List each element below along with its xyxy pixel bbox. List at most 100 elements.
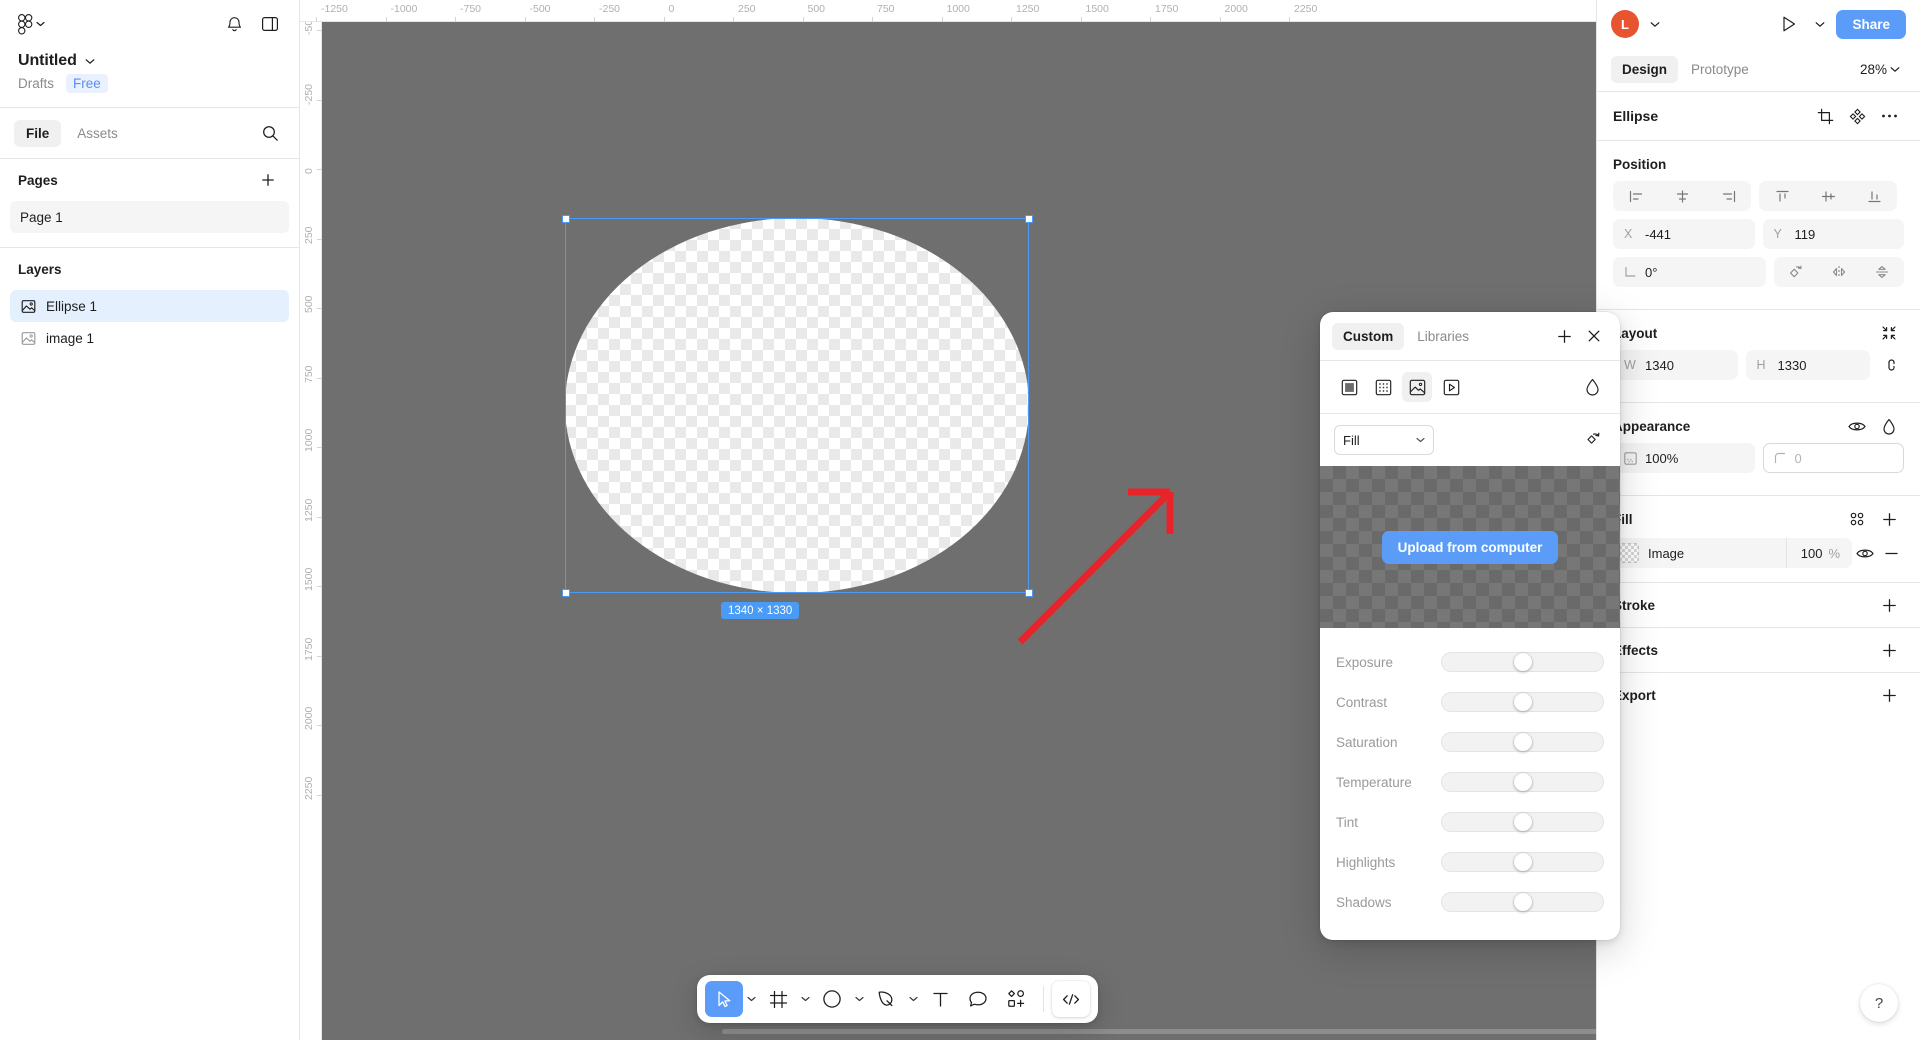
fill-item[interactable]: Image 100 %	[1613, 538, 1852, 568]
rotate-image-button[interactable]	[1578, 426, 1606, 454]
rotation-input[interactable]: 0°	[1613, 257, 1766, 287]
frame-tool-button[interactable]	[759, 981, 797, 1017]
image-fill-button[interactable]	[1402, 372, 1432, 402]
slider-thumb[interactable]	[1513, 893, 1532, 911]
file-location[interactable]: Drafts	[18, 76, 54, 91]
layer-item-ellipse-1[interactable]: Ellipse 1	[10, 290, 289, 322]
fill-styles-button[interactable]	[1842, 504, 1872, 534]
opacity-input[interactable]: 100%	[1613, 443, 1755, 473]
align-right-button[interactable]	[1705, 181, 1751, 211]
add-export-button[interactable]	[1874, 680, 1904, 710]
help-button[interactable]: ?	[1860, 984, 1898, 1022]
x-position-input[interactable]: X -441	[1613, 219, 1755, 249]
panel-toggle-button[interactable]	[255, 9, 285, 39]
frame-tool-options[interactable]	[797, 981, 813, 1017]
resize-handle-bottom-left[interactable]	[561, 588, 570, 597]
slider-thumb[interactable]	[1513, 813, 1532, 831]
tab-file[interactable]: File	[14, 119, 62, 147]
slider-thumb[interactable]	[1513, 693, 1532, 711]
scale-mode-select[interactable]: Fill	[1334, 425, 1434, 455]
figma-menu-button[interactable]	[14, 10, 49, 39]
y-position-input[interactable]: Y 119	[1762, 219, 1904, 249]
plugins-tool-button[interactable]	[997, 981, 1035, 1017]
temperature-slider[interactable]	[1441, 772, 1604, 792]
video-fill-button[interactable]	[1436, 372, 1466, 402]
visibility-toggle-button[interactable]	[1842, 411, 1872, 441]
align-horizontal-center-button[interactable]	[1659, 181, 1705, 211]
resize-handle-top-right[interactable]	[1024, 214, 1033, 223]
share-button[interactable]: Share	[1836, 9, 1906, 39]
flip-vertical-button[interactable]	[1861, 257, 1905, 287]
height-input[interactable]: H 1330	[1745, 350, 1870, 380]
text-tool-button[interactable]	[921, 981, 959, 1017]
fill-opacity-input[interactable]: 100 %	[1785, 538, 1852, 568]
tab-custom[interactable]: Custom	[1332, 322, 1405, 350]
align-bottom-button[interactable]	[1851, 181, 1897, 211]
shape-tool-options[interactable]	[851, 981, 867, 1017]
width-input[interactable]: W 1340	[1613, 350, 1738, 380]
align-left-button[interactable]	[1613, 181, 1659, 211]
add-stroke-button[interactable]	[1874, 590, 1904, 620]
fill-swatch[interactable]	[1619, 543, 1639, 563]
move-tool-options[interactable]	[743, 981, 759, 1017]
zoom-control[interactable]: 28%	[1854, 57, 1906, 82]
search-button[interactable]	[255, 118, 285, 148]
exposure-slider[interactable]	[1441, 652, 1604, 672]
slider-thumb[interactable]	[1513, 653, 1532, 671]
pattern-fill-button[interactable]	[1368, 372, 1398, 402]
resize-handle-top-left[interactable]	[561, 214, 570, 223]
blend-mode-button[interactable]	[1874, 411, 1904, 441]
fill-visibility-button[interactable]	[1852, 538, 1878, 568]
comment-tool-button[interactable]	[959, 981, 997, 1017]
present-button[interactable]	[1774, 9, 1804, 39]
add-fill-button[interactable]	[1874, 504, 1904, 534]
slider-thumb[interactable]	[1513, 733, 1532, 751]
corner-radius-input[interactable]: 0	[1762, 443, 1904, 473]
add-style-button[interactable]	[1550, 322, 1578, 350]
create-component-button[interactable]	[1842, 101, 1872, 131]
highlights-slider[interactable]	[1441, 852, 1604, 872]
corner-rotate-button[interactable]	[1774, 257, 1818, 287]
tab-libraries[interactable]: Libraries	[1406, 323, 1480, 350]
close-popup-button[interactable]	[1580, 322, 1608, 350]
page-item-page-1[interactable]: Page 1	[10, 201, 289, 233]
saturation-slider[interactable]	[1441, 732, 1604, 752]
horizontal-scrollbar[interactable]	[722, 1029, 1596, 1034]
notifications-button[interactable]	[219, 9, 249, 39]
avatar-menu-button[interactable]	[1645, 9, 1665, 39]
pen-tool-options[interactable]	[905, 981, 921, 1017]
tab-design[interactable]: Design	[1611, 56, 1679, 83]
constrain-proportions-button[interactable]	[1878, 350, 1904, 380]
pen-tool-button[interactable]	[867, 981, 905, 1017]
slider-thumb[interactable]	[1513, 773, 1532, 791]
dev-mode-button[interactable]	[1052, 981, 1090, 1017]
eyedropper-button[interactable]	[1578, 373, 1606, 401]
crop-button[interactable]	[1810, 101, 1840, 131]
shadows-slider[interactable]	[1441, 892, 1604, 912]
avatar[interactable]: L	[1611, 10, 1639, 38]
present-options-button[interactable]	[1810, 9, 1830, 39]
slider-thumb[interactable]	[1513, 853, 1532, 871]
resize-handle-bottom-right[interactable]	[1024, 588, 1033, 597]
plan-badge[interactable]: Free	[66, 74, 108, 93]
selection-frame[interactable]	[561, 214, 1033, 597]
layer-item-image-1[interactable]: image 1	[10, 322, 289, 354]
more-options-button[interactable]	[1874, 101, 1904, 131]
shape-tool-button[interactable]	[813, 981, 851, 1017]
contrast-slider[interactable]	[1441, 692, 1604, 712]
flip-horizontal-button[interactable]	[1817, 257, 1861, 287]
add-effect-button[interactable]	[1874, 635, 1904, 665]
add-page-button[interactable]	[255, 167, 281, 193]
align-vertical-center-button[interactable]	[1805, 181, 1851, 211]
tab-assets[interactable]: Assets	[65, 120, 130, 147]
solid-fill-button[interactable]	[1334, 372, 1364, 402]
image-preview-area[interactable]: Upload from computer	[1320, 466, 1620, 628]
tab-prototype[interactable]: Prototype	[1680, 56, 1760, 83]
resize-to-fit-button[interactable]	[1874, 318, 1904, 348]
align-top-button[interactable]	[1759, 181, 1805, 211]
upload-from-computer-button[interactable]: Upload from computer	[1381, 530, 1559, 564]
move-tool-button[interactable]	[705, 981, 743, 1017]
file-title-row[interactable]: Untitled	[18, 52, 281, 70]
remove-fill-button[interactable]	[1878, 538, 1904, 568]
tint-slider[interactable]	[1441, 812, 1604, 832]
